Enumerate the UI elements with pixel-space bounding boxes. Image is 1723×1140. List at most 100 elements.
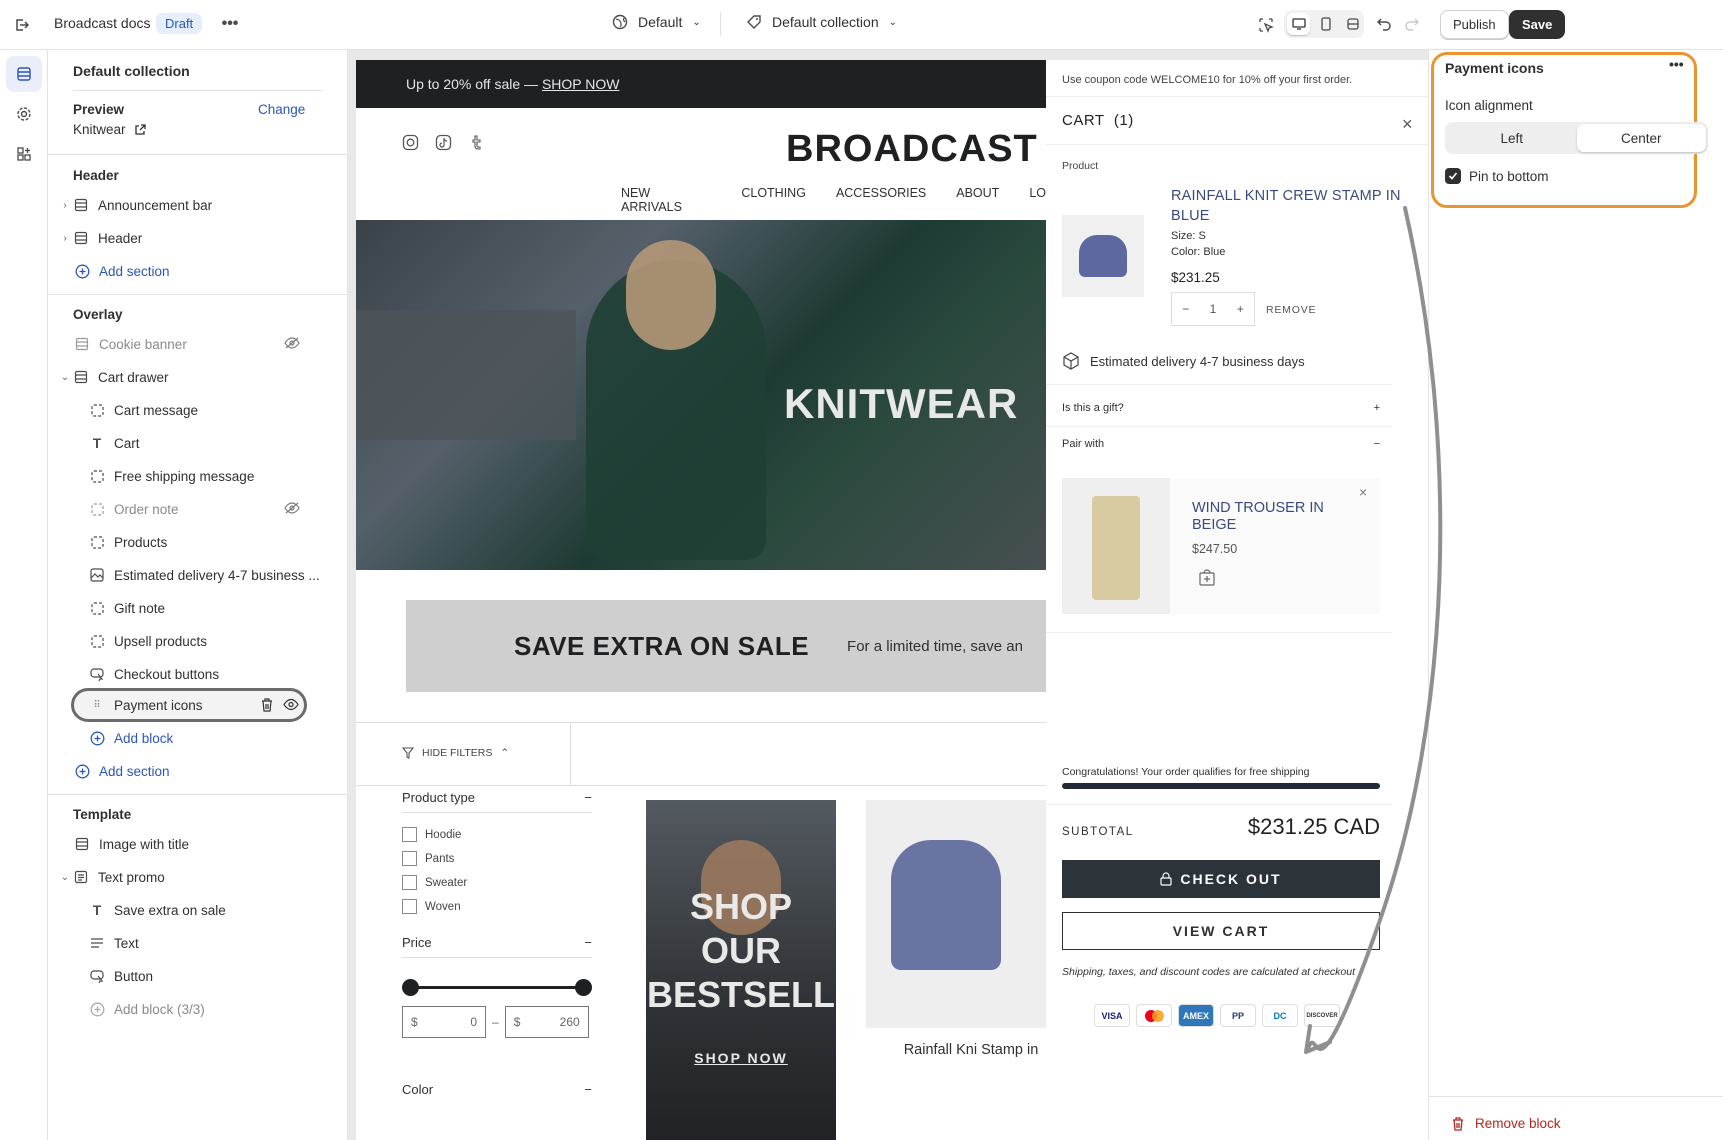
inspector-cursor-icon[interactable] bbox=[1253, 12, 1279, 38]
theme-selector[interactable]: Default ⌄ bbox=[612, 14, 701, 30]
block-order-note[interactable]: Order note bbox=[48, 493, 347, 525]
filter-icon bbox=[402, 747, 414, 759]
nav-item[interactable]: NEW ARRIVALS bbox=[621, 186, 711, 214]
desktop-icon[interactable] bbox=[1287, 13, 1310, 35]
fullscreen-icon[interactable] bbox=[1341, 13, 1364, 35]
block-gift-note[interactable]: Gift note bbox=[48, 592, 347, 624]
publish-button[interactable]: Publish bbox=[1440, 10, 1509, 39]
section-announcement-bar[interactable]: › Announcement bar bbox=[48, 189, 347, 221]
tiktok-icon[interactable] bbox=[435, 134, 452, 151]
template-selector[interactable]: Default collection ⌄ bbox=[746, 14, 897, 30]
eye-off-icon[interactable] bbox=[284, 336, 300, 353]
block-button[interactable]: Button bbox=[48, 960, 347, 992]
section-image-with-title[interactable]: Image with title bbox=[48, 828, 347, 860]
nav-item[interactable]: CLOTHING bbox=[741, 186, 806, 214]
filter-option[interactable]: Pants bbox=[402, 847, 592, 871]
align-center-option[interactable]: Center bbox=[1576, 124, 1706, 152]
eye-off-icon[interactable] bbox=[284, 501, 300, 518]
pin-to-bottom-checkbox[interactable]: Pin to bottom bbox=[1445, 168, 1549, 184]
apps-icon[interactable] bbox=[6, 136, 42, 172]
annotation-arrow bbox=[1304, 206, 1443, 1054]
status-badge: Draft bbox=[156, 13, 203, 34]
add-to-cart-icon[interactable] bbox=[1198, 568, 1216, 586]
icon-alignment-label: Icon alignment bbox=[1445, 98, 1533, 113]
price-min-input[interactable]: $0 bbox=[402, 1006, 486, 1038]
checkbox[interactable] bbox=[402, 851, 417, 867]
chevron-down-icon: ⌄ bbox=[692, 16, 701, 28]
save-button[interactable]: Save bbox=[1509, 10, 1566, 39]
slider-handle-min[interactable] bbox=[402, 979, 419, 996]
block-upsell-products[interactable]: Upsell products bbox=[48, 625, 347, 657]
eye-icon[interactable] bbox=[283, 698, 299, 714]
product-card-rainfall[interactable] bbox=[866, 800, 1046, 1028]
price-slider[interactable] bbox=[402, 966, 592, 1006]
more-icon[interactable]: ••• bbox=[1669, 56, 1684, 72]
product-card-title[interactable]: Rainfall Kni Stamp in bbox=[896, 1040, 1046, 1060]
checkbox[interactable] bbox=[402, 827, 417, 843]
block-free-shipping[interactable]: Free shipping message bbox=[48, 460, 347, 492]
store-preview: Up to 20% off sale — SHOP NOW BROADCAST … bbox=[356, 60, 1046, 1140]
remove-block-label: Remove block bbox=[1475, 1116, 1561, 1131]
store-nav: NEW ARRIVALS CLOTHING ACCESSORIES ABOUT … bbox=[621, 186, 1046, 214]
add-block-button[interactable]: Add block bbox=[48, 722, 347, 754]
checkbox[interactable] bbox=[402, 875, 417, 891]
section-text-promo[interactable]: ⌄ Text promo bbox=[48, 861, 347, 893]
trash-icon[interactable] bbox=[260, 697, 274, 715]
sections-icon[interactable] bbox=[6, 56, 42, 92]
redo-icon[interactable] bbox=[1400, 12, 1424, 36]
undo-icon[interactable] bbox=[1372, 12, 1396, 36]
price-max-input[interactable]: $260 bbox=[504, 1006, 589, 1038]
card-cta[interactable]: SHOP NOW bbox=[646, 1050, 836, 1066]
block-cart-message[interactable]: Cart message bbox=[48, 394, 347, 426]
checkbox[interactable] bbox=[402, 899, 417, 915]
block-text[interactable]: Text bbox=[48, 927, 347, 959]
add-section-button[interactable]: Add section bbox=[48, 255, 347, 287]
quantity-stepper[interactable]: − 1 + bbox=[1171, 292, 1255, 326]
filter-color[interactable]: Color − bbox=[402, 1082, 592, 1097]
upsell-image[interactable] bbox=[1062, 478, 1170, 614]
block-estimated-delivery[interactable]: Estimated delivery 4-7 business ... bbox=[48, 559, 347, 591]
checkbox-checked-icon[interactable] bbox=[1445, 168, 1461, 184]
block-label: Button bbox=[114, 968, 154, 984]
filter-price[interactable]: Price − bbox=[402, 935, 592, 958]
add-section-button[interactable]: Add section bbox=[48, 755, 347, 787]
tumblr-icon[interactable] bbox=[468, 134, 485, 151]
announcement-link[interactable]: SHOP NOW bbox=[542, 76, 620, 92]
hide-filters-toggle[interactable]: HIDE FILTERS ⌃ bbox=[402, 747, 509, 759]
preview-change-link[interactable]: Change bbox=[258, 102, 305, 117]
block-checkout-buttons[interactable]: Checkout buttons bbox=[48, 658, 347, 690]
slider-handle-max[interactable] bbox=[575, 979, 592, 996]
gear-icon[interactable] bbox=[6, 96, 42, 132]
block-products[interactable]: Products bbox=[48, 526, 347, 558]
plus-circle-icon bbox=[88, 1000, 106, 1018]
nav-item[interactable]: ABOUT bbox=[956, 186, 999, 214]
filter-option[interactable]: Hoodie bbox=[402, 823, 592, 847]
preview-value[interactable]: Knitwear bbox=[73, 122, 146, 137]
product-card-bestsellers[interactable]: SHOP OUR BESTSELL SHOP NOW bbox=[646, 800, 836, 1140]
filter-option[interactable]: Sweater bbox=[402, 871, 592, 895]
block-cart[interactable]: T Cart bbox=[48, 427, 347, 459]
remove-block-button[interactable]: Remove block bbox=[1451, 1116, 1561, 1131]
exit-icon[interactable] bbox=[12, 15, 32, 35]
section-cart-drawer[interactable]: ⌄ Cart drawer bbox=[48, 361, 347, 393]
filter-option[interactable]: Woven bbox=[402, 895, 592, 919]
section-header[interactable]: › Header bbox=[48, 222, 347, 254]
qty-plus-button[interactable]: + bbox=[1237, 302, 1244, 316]
instagram-icon[interactable] bbox=[402, 134, 419, 151]
more-icon[interactable]: ••• bbox=[218, 12, 242, 36]
section-cookie-banner[interactable]: Cookie banner bbox=[48, 328, 347, 360]
close-icon[interactable]: × bbox=[1402, 114, 1413, 135]
nav-item[interactable]: LO bbox=[1029, 186, 1046, 214]
nav-item[interactable]: ACCESSORIES bbox=[836, 186, 926, 214]
block-payment-icons[interactable]: ⠿ Payment icons bbox=[48, 689, 347, 721]
drag-handle-icon[interactable]: ⠿ bbox=[88, 696, 106, 714]
currency: $ bbox=[513, 1015, 521, 1029]
filter-product-type[interactable]: Product type − bbox=[402, 790, 592, 813]
cart-item-image[interactable] bbox=[1062, 215, 1144, 297]
align-left-option[interactable]: Left bbox=[1447, 124, 1577, 152]
block-save-extra[interactable]: T Save extra on sale bbox=[48, 894, 347, 926]
mobile-icon[interactable] bbox=[1314, 13, 1337, 35]
announcement-bar: Up to 20% off sale — SHOP NOW bbox=[356, 60, 1046, 108]
qty-minus-button[interactable]: − bbox=[1182, 302, 1189, 316]
store-logo[interactable]: BROADCAST bbox=[786, 128, 1038, 171]
